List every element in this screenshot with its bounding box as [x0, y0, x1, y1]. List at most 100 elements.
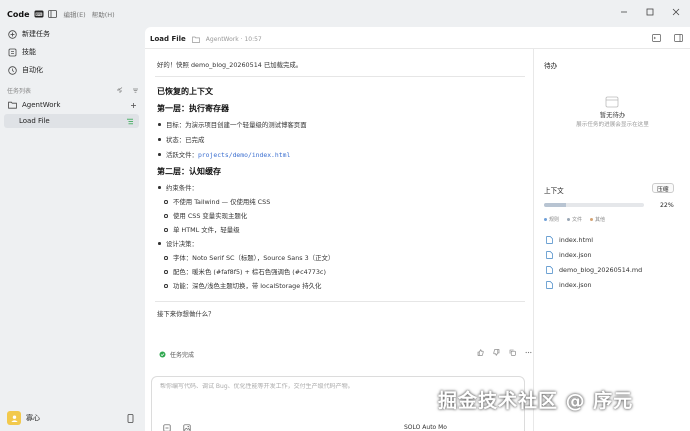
- context-file[interactable]: demo_blog_20260514.md: [544, 265, 642, 275]
- list-item: 活跃文件：projects/demo/index.html: [166, 150, 290, 159]
- assistant-followup: 接下来你想做什么？: [157, 310, 215, 318]
- sidebar-item-label: 新建任务: [22, 30, 50, 38]
- thumbs-down-icon[interactable]: [491, 347, 501, 357]
- context-progress-fill: [544, 203, 566, 207]
- terminal-icon[interactable]: [651, 33, 661, 43]
- copy-icon[interactable]: [507, 347, 517, 357]
- empty-todo-subtitle: 展示任务的进展会显示在这里: [576, 122, 649, 128]
- bullet: [158, 123, 161, 126]
- file-name: index.json: [559, 251, 592, 259]
- sidebar-item-label: 技能: [22, 48, 36, 56]
- right-panel: 待办 暂无待办 展示任务的进展会显示在这里 上下文 压缩 22% 规则 文件 其…: [533, 49, 690, 431]
- divider: [155, 76, 525, 77]
- project-label: AgentWork: [22, 101, 61, 109]
- tab-title: Load File: [150, 35, 186, 43]
- bullet: [158, 186, 161, 189]
- attach-icon[interactable]: [162, 423, 172, 431]
- clock-icon: [7, 65, 17, 75]
- menu-edit[interactable]: 编辑(E): [64, 9, 86, 19]
- sub-bullet: [164, 200, 168, 204]
- sidebar-task-load-file[interactable]: Load File: [4, 114, 139, 128]
- panel-toggle-icon[interactable]: [673, 33, 683, 43]
- context-progress: [544, 203, 644, 207]
- app-header: Code ⌨ 编辑(E) 帮助(H): [7, 8, 115, 20]
- sidebar-item-new-task[interactable]: 新建任务: [7, 28, 50, 40]
- skills-icon: [7, 47, 17, 57]
- list-item: 设计决策：: [166, 240, 198, 248]
- context-file[interactable]: index.json: [544, 250, 592, 260]
- tab-header: Load File AgentWork · 10:57: [150, 33, 262, 45]
- more-icon[interactable]: [523, 347, 533, 357]
- context-file[interactable]: index.html: [544, 235, 593, 245]
- assistant-intro: 好的！快照 demo_blog_20260514 已加载完成。: [157, 61, 303, 69]
- svg-text:⌨: ⌨: [35, 12, 42, 18]
- list-item: 配色：暖米色 (#faf8f5) + 棕石色强调色 (#c4773c): [173, 268, 326, 276]
- legend-swatch: [590, 218, 594, 221]
- image-icon[interactable]: [182, 423, 192, 431]
- empty-todo-title: 暂无待办: [599, 111, 626, 119]
- legend-other: 其他: [590, 216, 605, 223]
- context-percent: 22%: [660, 202, 674, 209]
- add-task-icon[interactable]: [128, 100, 138, 110]
- compress-button[interactable]: 压缩: [652, 183, 674, 193]
- heading-layer-one: 第一层：执行寄存器: [157, 103, 229, 113]
- list-item: 功能：深色/浅色主题切换，带 localStorage 持久化: [173, 282, 322, 290]
- legend-files: 文件: [567, 216, 582, 223]
- collapse-icon[interactable]: [114, 85, 124, 95]
- sidebar-toggle-icon[interactable]: [48, 9, 58, 19]
- context-file[interactable]: index.json: [544, 280, 592, 290]
- heading-layer-two: 第二层：认知缓存: [157, 166, 221, 176]
- task-status: 任务完成: [157, 349, 194, 359]
- sidebar-item-skills[interactable]: 技能: [7, 46, 36, 58]
- task-list-actions: [114, 85, 140, 95]
- bullet: [158, 242, 161, 245]
- check-circle-icon: [157, 349, 167, 359]
- bullet: [158, 138, 161, 141]
- minimize-icon[interactable]: [620, 8, 628, 18]
- file-name: index.html: [559, 236, 594, 244]
- avatar: [7, 411, 21, 425]
- menu-help[interactable]: 帮助(H): [92, 9, 115, 19]
- phone-icon[interactable]: [125, 413, 135, 423]
- list-item: 状态：已完成: [166, 136, 205, 144]
- code-badge-icon[interactable]: ⌨: [34, 9, 44, 19]
- context-title: 上下文: [544, 187, 564, 195]
- sidebar: Code ⌨ 编辑(E) 帮助(H) 新建任务 技能 自动化 任务列表 Agen…: [0, 0, 145, 431]
- folder-icon: [7, 100, 17, 110]
- context-legend: 规则 文件 其他: [544, 216, 605, 223]
- sub-bullet: [164, 256, 168, 260]
- tab-subtitle: AgentWork · 10:57: [205, 35, 262, 43]
- empty-todo-icon: [605, 96, 619, 110]
- close-icon[interactable]: [672, 8, 680, 18]
- sidebar-item-label: 自动化: [22, 66, 43, 74]
- mode-selector[interactable]: SOLO Auto Mo: [404, 424, 447, 431]
- thumbs-up-icon[interactable]: [475, 347, 485, 357]
- sub-bullet: [164, 270, 168, 274]
- project-agentwork[interactable]: AgentWork: [7, 99, 138, 111]
- window-controls: [620, 8, 680, 18]
- legend-label: 其他: [595, 217, 606, 223]
- legend-swatch: [544, 218, 547, 221]
- sidebar-item-automation[interactable]: 自动化: [7, 64, 43, 76]
- sub-bullet: [164, 284, 168, 288]
- file-name: demo_blog_20260514.md: [559, 266, 643, 274]
- file-icon: [544, 250, 554, 260]
- legend-label: 文件: [572, 217, 583, 223]
- list-item: 单 HTML 文件，轻量级: [173, 226, 240, 234]
- list-item: 不使用 Tailwind — 仅使用纯 CSS: [173, 198, 271, 206]
- list-item: 约束条件：: [166, 184, 198, 192]
- maximize-icon[interactable]: [646, 8, 654, 18]
- legend-swatch: [567, 218, 571, 221]
- sub-bullet: [164, 214, 168, 218]
- active-file-link[interactable]: projects/demo/index.html: [198, 151, 290, 159]
- user-profile[interactable]: 寡心: [7, 411, 40, 425]
- legend-rules: 规则: [544, 216, 559, 223]
- task-list-label: 任务列表: [7, 88, 32, 95]
- bullet: [158, 153, 161, 156]
- filter-icon[interactable]: [130, 85, 140, 95]
- task-label: Load File: [19, 117, 50, 125]
- legend-label: 规则: [549, 217, 560, 223]
- list-item: 使用 CSS 变量实现主题化: [173, 212, 248, 220]
- prompt-tools: [162, 423, 192, 431]
- app-brand: Code: [7, 9, 30, 19]
